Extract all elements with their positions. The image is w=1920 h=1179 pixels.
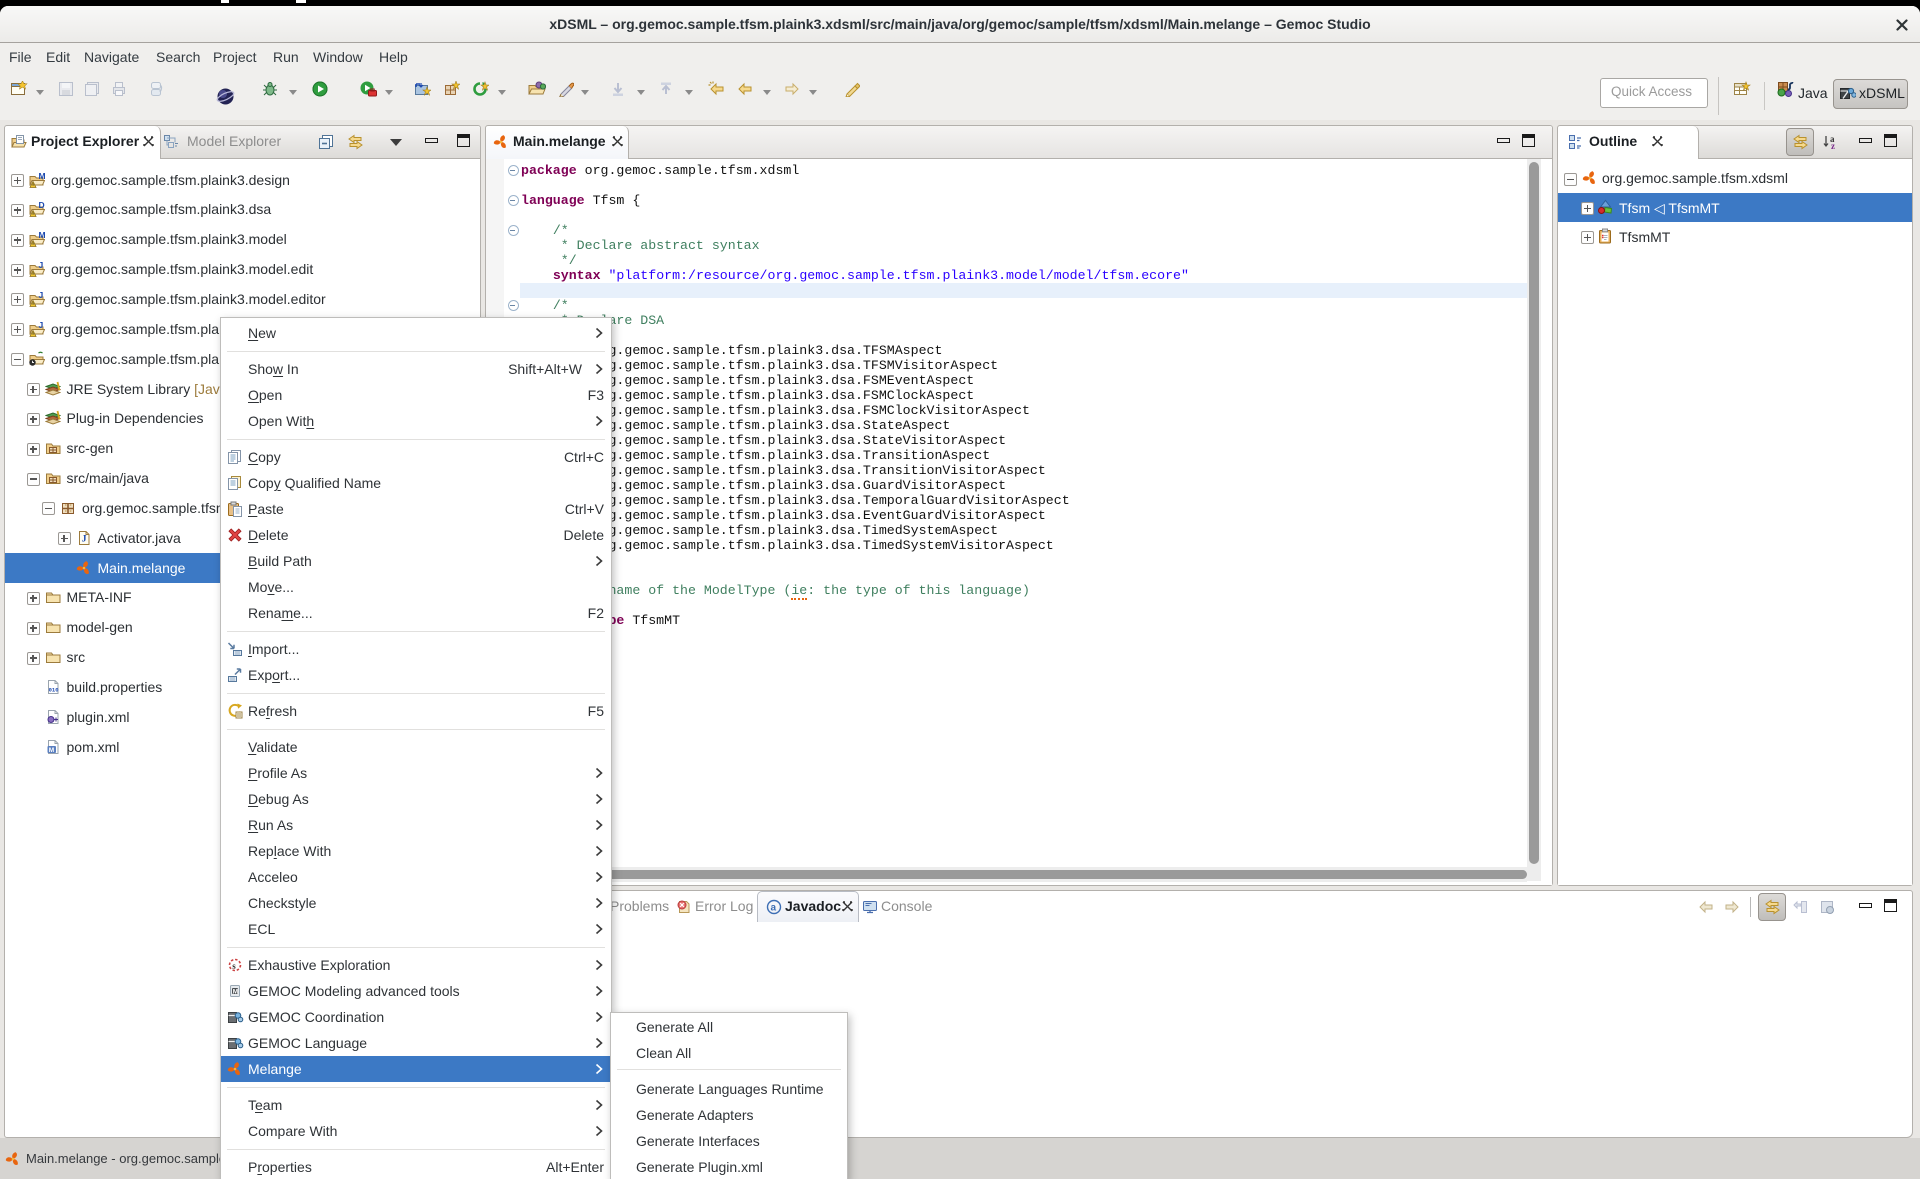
svg-text:z: z xyxy=(1831,141,1835,150)
svg-text:J: J xyxy=(39,321,44,330)
svg-text:010: 010 xyxy=(48,687,58,694)
svg-text:s: s xyxy=(232,961,236,971)
svg-text:J: J xyxy=(39,261,44,270)
svg-text:J: J xyxy=(81,534,86,544)
svg-text:M: M xyxy=(39,172,46,181)
svg-text:M: M xyxy=(39,231,46,240)
svg-text:D: D xyxy=(39,201,45,210)
svg-text:J: J xyxy=(39,291,44,300)
svg-text:M: M xyxy=(233,988,238,995)
svg-text:M: M xyxy=(48,747,53,754)
svg-text:a: a xyxy=(771,903,777,914)
